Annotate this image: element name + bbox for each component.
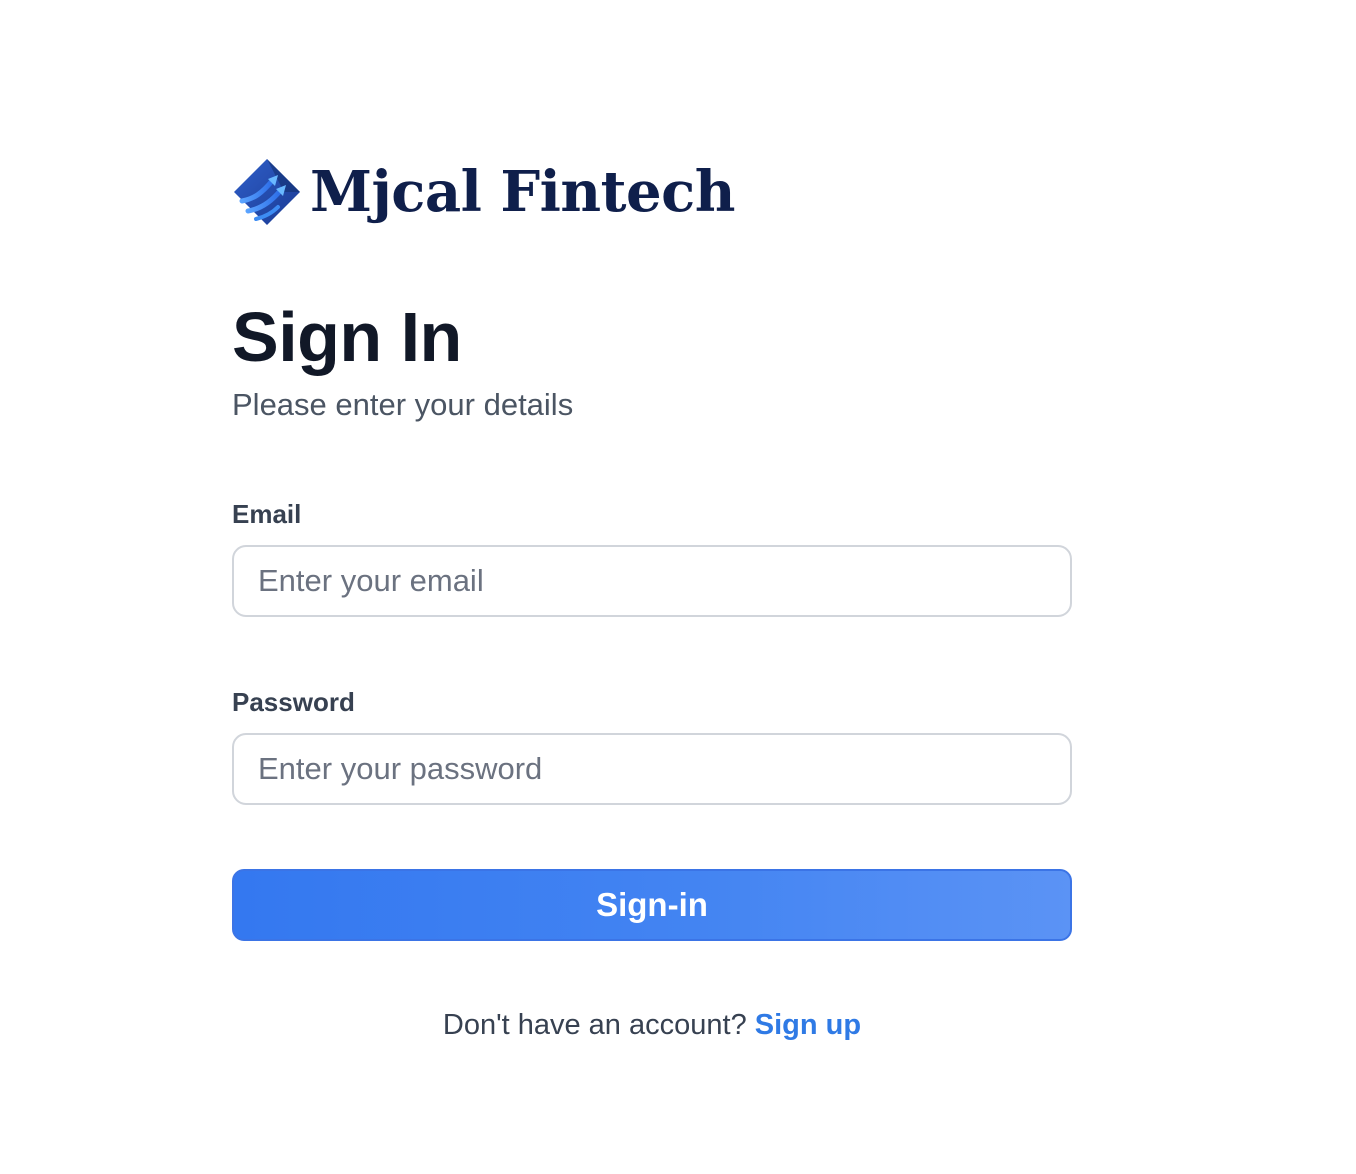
signup-prompt: Don't have an account? Sign up bbox=[232, 1005, 1072, 1045]
email-field[interactable] bbox=[232, 545, 1072, 617]
sign-in-button[interactable]: Sign-in bbox=[232, 869, 1072, 941]
page-subtitle: Please enter your details bbox=[232, 387, 574, 422]
page-title: Sign In bbox=[232, 298, 462, 376]
brand: Mjcal Fintech bbox=[232, 154, 735, 230]
signup-prompt-text: Don't have an account? bbox=[442, 1009, 747, 1041]
brand-name: Mjcal Fintech bbox=[310, 159, 735, 225]
sign-up-link[interactable]: Sign up bbox=[755, 1009, 861, 1041]
email-label: Email bbox=[232, 499, 302, 529]
rising-arrows-diamond-icon bbox=[234, 159, 300, 225]
password-label: Password bbox=[232, 687, 355, 717]
password-field[interactable] bbox=[232, 733, 1072, 805]
